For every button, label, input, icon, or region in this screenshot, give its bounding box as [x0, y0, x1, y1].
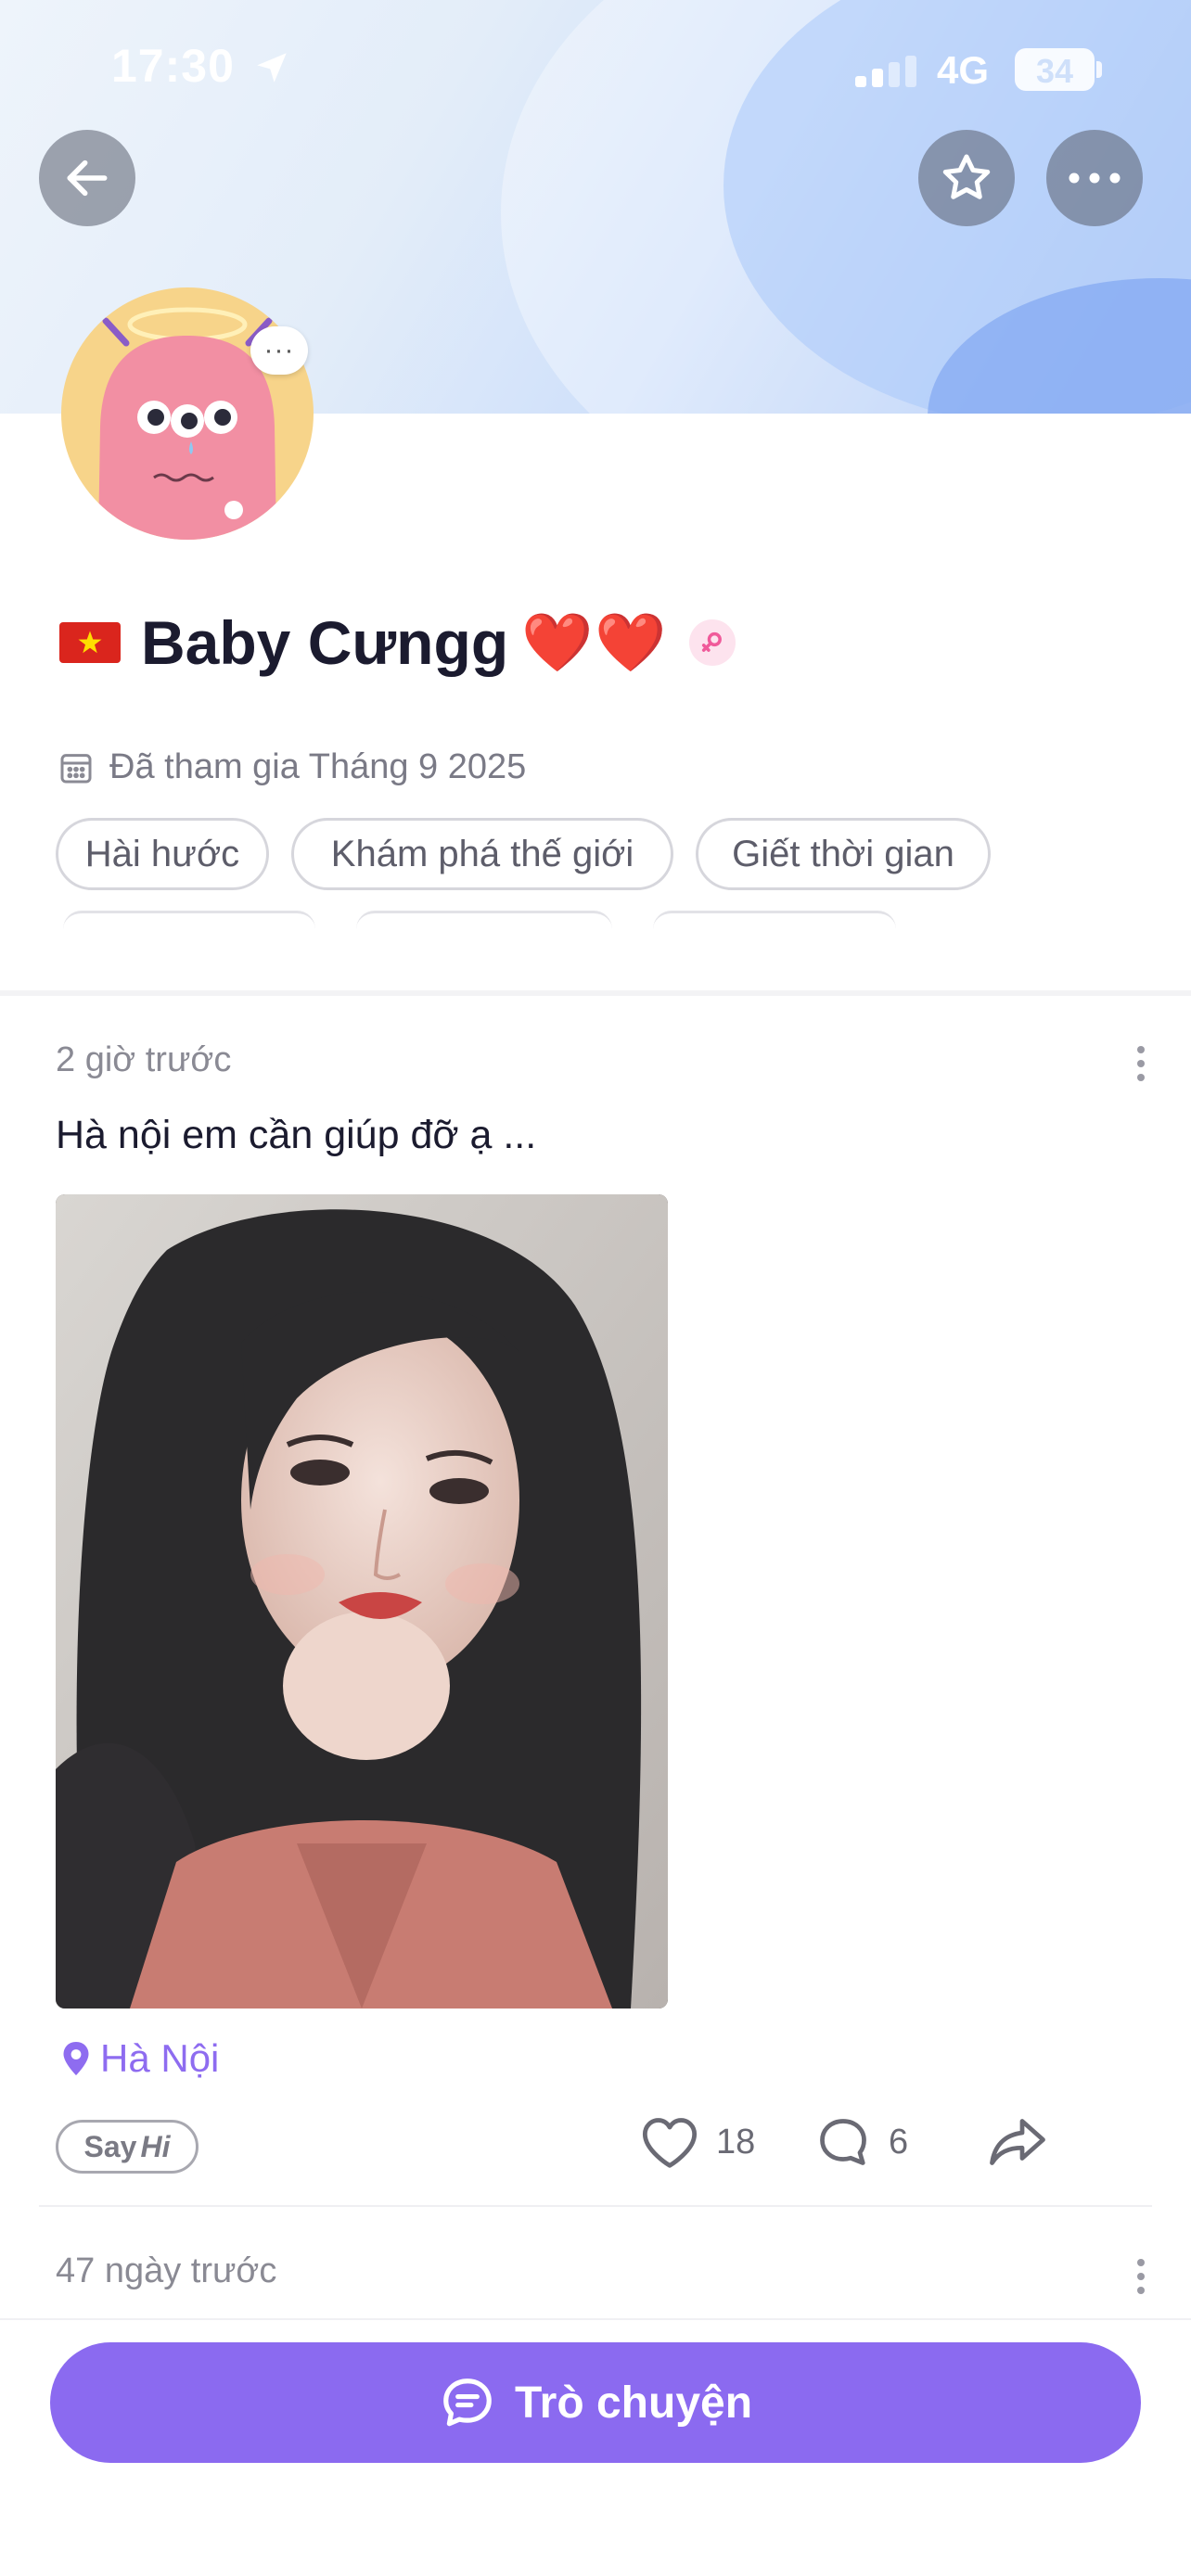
share-icon — [990, 2119, 1045, 2165]
like-button[interactable]: 18 — [640, 2114, 755, 2170]
portrait-photo — [56, 1194, 668, 2009]
comment-icon — [820, 2119, 866, 2165]
post-location[interactable]: Hà Nội — [59, 2036, 219, 2081]
location-arrow-icon — [257, 53, 287, 83]
say-hi-button[interactable]: Say Hi — [56, 2120, 198, 2174]
post-divider — [39, 2205, 1152, 2207]
interest-tag[interactable]: Khám phá thế giới — [291, 818, 673, 890]
arrow-left-icon — [67, 159, 108, 197]
share-button[interactable] — [987, 2114, 1065, 2170]
battery-tip — [1096, 61, 1102, 78]
status-bubble-icon: ··· — [250, 326, 308, 375]
post-text: Hà nội em cần giúp đỡ ạ ... — [56, 1113, 537, 1157]
avatar[interactable] — [61, 287, 314, 540]
star-icon — [942, 154, 991, 199]
favorite-button[interactable] — [918, 130, 1015, 226]
more-horizontal-icon — [1069, 172, 1121, 184]
post-photo[interactable] — [56, 1194, 668, 2009]
like-count: 18 — [716, 2122, 756, 2162]
interest-tag-clipped — [356, 911, 612, 929]
signal-icon — [855, 56, 920, 87]
joined-text: Đã tham gia Tháng 9 2025 — [109, 747, 527, 786]
say-hi-suffix: Hi — [140, 2129, 171, 2163]
heart-icon — [642, 2118, 698, 2168]
comment-button[interactable]: 6 — [814, 2114, 908, 2170]
network-type: 4G — [937, 48, 990, 92]
name-hearts: ❤️❤️ — [521, 610, 669, 675]
chat-button[interactable]: Trò chuyện — [50, 2342, 1141, 2463]
interest-tag-clipped — [653, 911, 896, 929]
profile-name: Baby Cưngg — [141, 608, 509, 677]
post-time: 47 ngày trước — [56, 2251, 277, 2290]
chat-icon — [443, 2378, 492, 2427]
joined-date: Đã tham gia Tháng 9 2025 — [58, 747, 526, 787]
interest-tag[interactable]: Hài hước — [56, 818, 269, 890]
vietnam-flag-icon — [59, 622, 121, 663]
location-pin-icon — [63, 2042, 89, 2075]
battery-icon: 34 — [1015, 48, 1095, 91]
status-bar: 17:30 4G 34 — [0, 0, 1191, 139]
chat-button-label: Trò chuyện — [514, 2378, 753, 2428]
back-button[interactable] — [39, 130, 135, 226]
female-icon — [688, 619, 736, 666]
post-options-icon[interactable] — [1137, 1046, 1146, 1081]
status-time: 17:30 — [111, 40, 235, 92]
monster-avatar-icon — [98, 307, 276, 540]
section-divider — [0, 990, 1191, 996]
profile-name-row: Baby Cưngg ❤️❤️ — [59, 601, 736, 684]
interest-tag-clipped — [63, 911, 315, 929]
more-button[interactable] — [1046, 130, 1143, 226]
battery-level: 34 — [1035, 52, 1074, 90]
location-text: Hà Nội — [100, 2036, 220, 2080]
post-options-icon[interactable] — [1137, 2259, 1146, 2294]
calendar-icon — [60, 753, 92, 783]
post-time: 2 giờ trước — [56, 1040, 232, 1079]
comment-count: 6 — [889, 2122, 909, 2162]
interest-tag[interactable]: Giết thời gian — [696, 818, 991, 890]
say-hi-prefix: Say — [83, 2129, 137, 2163]
